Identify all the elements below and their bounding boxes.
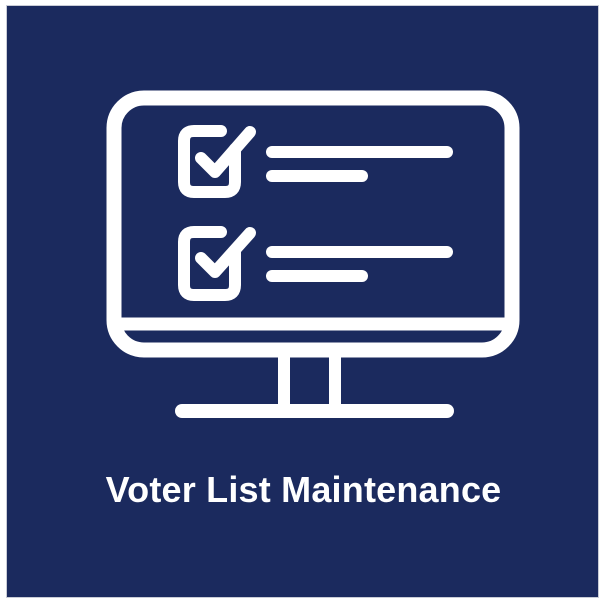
voter-list-maintenance-tile[interactable]: Voter List Maintenance bbox=[6, 5, 599, 598]
tile-caption: Voter List Maintenance bbox=[105, 469, 502, 510]
monitor-frame bbox=[106, 90, 520, 358]
checkmark-icon bbox=[195, 126, 256, 178]
checklist-item-2 bbox=[178, 226, 453, 301]
checkmark-icon bbox=[195, 227, 256, 278]
checklist-item-1 bbox=[178, 125, 453, 198]
